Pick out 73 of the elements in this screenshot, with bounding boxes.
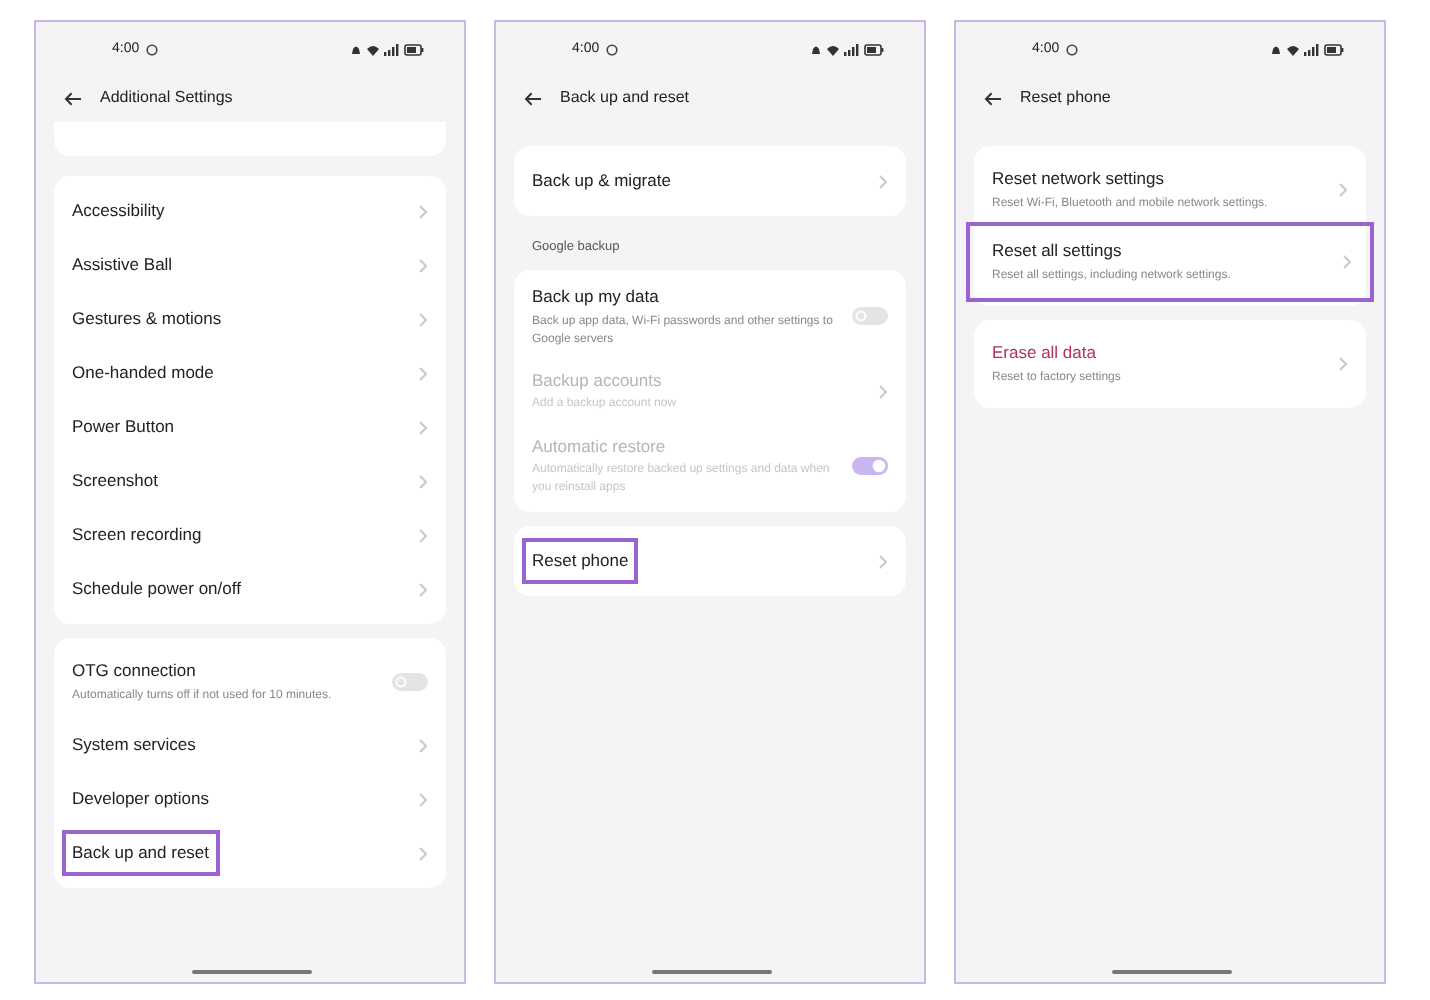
settings-row[interactable]: Schedule power on/off [54,562,446,616]
row-title: Reset all settings [992,238,1122,264]
chevron-icon [1338,356,1348,372]
toggle-switch[interactable] [392,672,428,692]
row-title: Gestures & motions [72,306,222,332]
chevron-icon [878,383,888,399]
chevron-icon [418,581,428,597]
chevron-icon [418,791,428,807]
page-title: Reset phone [1020,86,1111,110]
home-indicator [192,970,312,974]
settings-row[interactable]: System services [54,718,446,772]
wifi-icon [826,44,840,56]
back-arrow-icon[interactable] [984,91,1002,105]
row-title: Assistive Ball [72,252,173,278]
back-arrow-icon[interactable] [524,91,542,105]
settings-row[interactable]: Screen recording [54,508,446,562]
settings-row[interactable]: Power Button [54,400,446,454]
chevron-icon [418,365,428,381]
back-arrow-icon[interactable] [64,91,82,105]
row-title: Screen recording [72,522,202,548]
chevron-icon [418,527,428,543]
signal-icon [844,44,860,56]
row-title: Accessibility [72,198,165,224]
page-title: Additional Settings [100,86,233,110]
row-title: Back up & migrate [532,168,671,194]
row-title: System services [72,732,196,758]
settings-row[interactable]: Reset phone [514,534,906,589]
chevron-icon [1342,254,1352,270]
chevron-icon [418,257,428,273]
settings-row[interactable]: Accessibility [54,184,446,238]
home-indicator [1112,970,1232,974]
chevron-icon [418,845,428,861]
chevron-icon [878,173,888,189]
settings-row[interactable]: Back up and reset [54,826,446,880]
row-title: One-handed mode [72,360,214,386]
row-title: Erase all data [992,340,1096,366]
row-title: Reset network settings [992,166,1164,192]
row-title: Backup accounts [532,367,662,393]
row-title: Reset phone [526,542,635,581]
chevron-icon [418,311,428,327]
row-title: Back up and reset [66,834,216,872]
home-indicator [652,970,772,974]
settings-row[interactable]: Screenshot [54,454,446,508]
row-title: OTG connection [72,658,196,684]
settings-row[interactable]: Gestures & motions [54,292,446,346]
chevron-icon [418,473,428,489]
row-title: Back up my data [532,283,659,309]
row-title: Developer options [72,786,210,812]
row-title: Schedule power on/off [72,576,241,602]
settings-row[interactable]: One-handed mode [54,346,446,400]
signal-icon [1304,44,1320,56]
page-title: Back up and reset [560,86,689,110]
row-title: Screenshot [72,468,158,494]
settings-row[interactable]: Developer options [54,772,446,826]
battery-icon [1324,44,1344,56]
battery-icon [864,44,884,56]
chevron-icon [418,419,428,435]
signal-icon [384,44,400,56]
bell-icon [350,44,362,56]
wifi-icon [1286,44,1300,56]
battery-icon [404,44,424,56]
chevron-icon [1338,182,1348,198]
row-title: Automatic restore [532,433,666,459]
bell-icon [1270,44,1282,56]
chevron-icon [418,737,428,753]
bell-icon [810,44,822,56]
wifi-icon [366,44,380,56]
toggle-switch[interactable] [852,306,888,327]
chevron-icon [878,553,888,570]
settings-row[interactable]: Back up & migrate [514,154,906,208]
chevron-icon [418,203,428,219]
settings-row[interactable]: Assistive Ball [54,238,446,292]
row-title: Power Button [72,414,175,440]
